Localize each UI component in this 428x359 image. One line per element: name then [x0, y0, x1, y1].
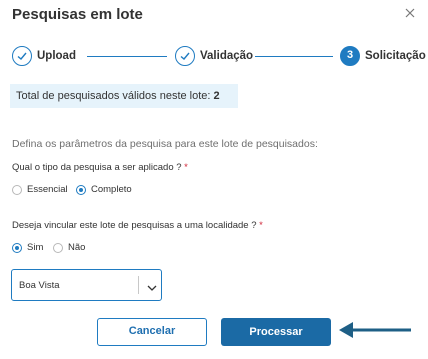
valid-count-label: Total de pesquisados válidos neste lote:: [16, 90, 211, 102]
question-link-location: Deseja vincular este lote de pesquisas a…: [12, 220, 263, 231]
radio-sim-label[interactable]: Sim: [27, 242, 43, 253]
valid-count-banner: Total de pesquisados válidos neste lote:…: [10, 84, 238, 108]
select-separator: [138, 276, 139, 294]
required-mark: *: [184, 162, 188, 173]
cancel-button[interactable]: Cancelar: [97, 318, 207, 346]
close-icon[interactable]: [402, 5, 418, 21]
radio-completo-label[interactable]: Completo: [91, 184, 132, 195]
radio-essencial[interactable]: [12, 185, 22, 195]
step-upload-check-icon: [12, 46, 32, 66]
radio-nao[interactable]: [53, 243, 63, 253]
step-connector: [255, 56, 333, 57]
process-button[interactable]: Processar: [221, 318, 331, 346]
location-select[interactable]: Boa Vista: [11, 269, 162, 301]
required-mark: *: [259, 220, 263, 231]
question-survey-type: Qual o tipo da pesquisa a ser aplicado ?…: [12, 162, 188, 173]
valid-count-text: Total de pesquisados válidos neste lote:…: [16, 90, 220, 102]
question-link-location-label: Deseja vincular este lote de pesquisas a…: [12, 220, 257, 231]
radio-sim[interactable]: [12, 243, 22, 253]
question-survey-type-label: Qual o tipo da pesquisa a ser aplicado ?: [12, 162, 182, 173]
step-validacao-label: Validação: [200, 50, 254, 62]
radio-essencial-label[interactable]: Essencial: [27, 184, 68, 195]
radio-nao-label[interactable]: Não: [68, 242, 85, 253]
valid-count-value: 2: [213, 90, 220, 102]
chevron-down-icon[interactable]: [146, 280, 158, 298]
section-instructions: Defina os parâmetros da pesquisa para es…: [12, 138, 318, 150]
location-select-value: Boa Vista: [19, 280, 60, 291]
step-solicitacao-label: Solicitação: [365, 50, 426, 62]
dialog-title: Pesquisas em lote: [12, 6, 143, 23]
step-upload-label: Upload: [37, 50, 76, 62]
radio-completo[interactable]: [76, 185, 86, 195]
step-validacao-check-icon: [175, 46, 195, 66]
step-connector: [87, 56, 167, 57]
arrow-left-icon: [337, 320, 413, 345]
step-solicitacao-number: 3: [340, 46, 360, 66]
